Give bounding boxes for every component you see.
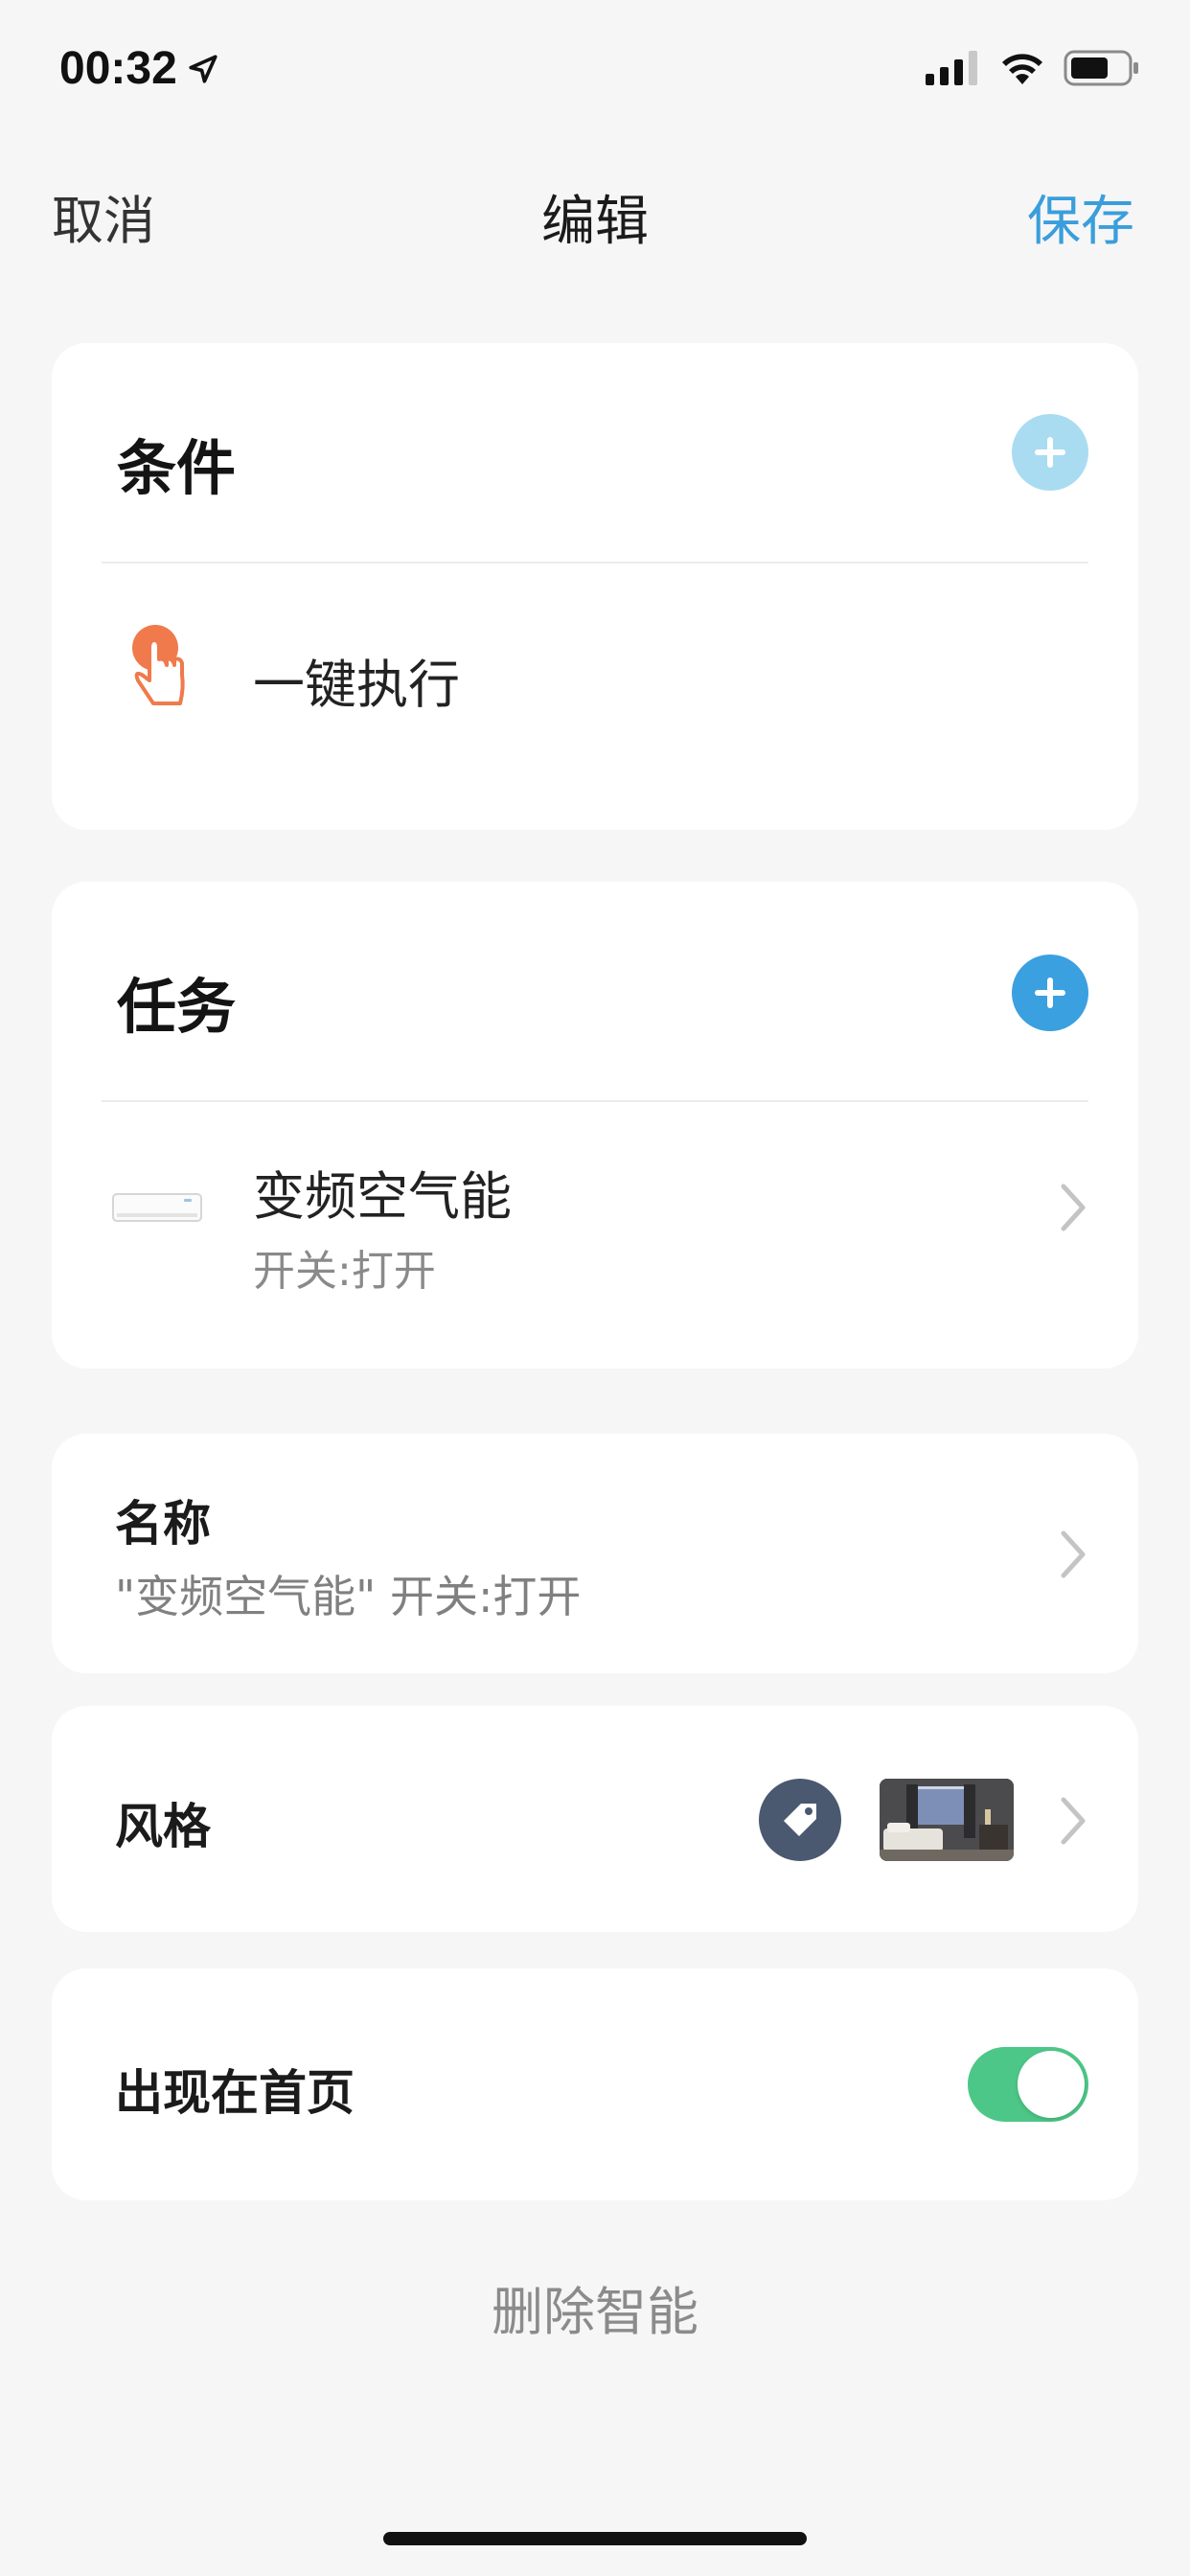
chevron-right-icon (1061, 1797, 1086, 1845)
delete-smart-button[interactable]: 删除智能 (0, 2269, 1190, 2345)
page-title: 编辑 (541, 191, 649, 253)
air-conditioner-icon (112, 1193, 202, 1222)
signal-icon (926, 51, 977, 85)
chevron-right-icon (1061, 1530, 1086, 1578)
bedroom-thumbnail (880, 1779, 1014, 1861)
condition-label: 一键执行 (253, 655, 460, 715)
tasks-title: 任务 (117, 972, 237, 1042)
status-bar-time: 00:32 (59, 42, 219, 95)
name-card[interactable]: 名称 "变频空气能" 开关:打开 (52, 1434, 1138, 1673)
style-card[interactable]: 风格 (52, 1706, 1138, 1932)
home-indicator[interactable] (383, 2532, 807, 2545)
homepage-label: 出现在首页 (115, 2065, 355, 2121)
task-subtitle: 开关:打开 (253, 1247, 436, 1296)
plus-icon (1035, 437, 1065, 468)
save-button[interactable]: 保存 (1027, 178, 1134, 256)
battery-icon (1064, 50, 1138, 86)
condition-item[interactable]: 一键执行 (52, 564, 1138, 794)
conditions-card: 条件 一键执行 (52, 343, 1138, 830)
name-value: "变频空气能" 开关:打开 (115, 1571, 582, 1622)
tap-hand-icon (132, 625, 185, 705)
conditions-title: 条件 (117, 433, 237, 503)
task-item[interactable]: 变频空气能 开关:打开 (52, 1102, 1138, 1342)
location-arrow-icon (189, 54, 217, 83)
status-time-text: 00:32 (59, 43, 177, 94)
chevron-right-icon (1061, 1184, 1086, 1231)
wifi-icon (1002, 54, 1042, 84)
task-title: 变频空气能 (253, 1166, 512, 1227)
status-icons (926, 50, 1140, 86)
add-task-button[interactable] (1012, 954, 1088, 1031)
tag-icon (759, 1779, 841, 1861)
homepage-toggle[interactable] (968, 2047, 1088, 2122)
homepage-card: 出现在首页 (52, 1968, 1138, 2200)
toggle-knob (1018, 2051, 1085, 2118)
tasks-card: 任务 变频空气能 开关:打开 (52, 882, 1138, 1368)
plus-icon (1035, 978, 1065, 1008)
name-label: 名称 (115, 1496, 211, 1552)
add-condition-button[interactable] (1012, 414, 1088, 491)
style-label: 风格 (115, 1799, 211, 1854)
